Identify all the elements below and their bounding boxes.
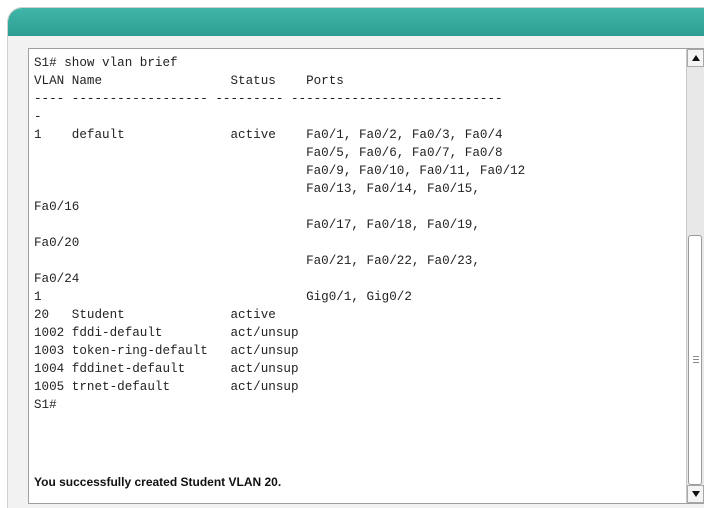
triangle-down-icon <box>691 491 700 497</box>
terminal-line: Fa0/13, Fa0/14, Fa0/15, <box>34 182 480 196</box>
scroll-down-button[interactable] <box>687 485 704 503</box>
title-bar <box>8 8 704 36</box>
terminal-line: VLAN Name Status Ports <box>34 74 344 88</box>
terminal-line: Fa0/21, Fa0/22, Fa0/23, <box>34 254 480 268</box>
terminal-line: 1002 fddi-default act/unsup <box>34 326 299 340</box>
terminal-line: 1003 token-ring-default act/unsup <box>34 344 299 358</box>
triangle-up-icon <box>691 55 700 61</box>
terminal-line: Fa0/5, Fa0/6, Fa0/7, Fa0/8 <box>34 146 503 160</box>
terminal-line: Fa0/16 <box>34 200 80 214</box>
grip-lines-icon <box>693 356 699 363</box>
terminal-panel: S1# show vlan brief VLAN Name Status Por… <box>28 48 704 504</box>
terminal-line: 1005 trnet-default act/unsup <box>34 380 299 394</box>
status-message: You successfully created Student VLAN 20… <box>34 475 282 489</box>
scroll-thumb[interactable] <box>688 235 702 485</box>
terminal-line: Fa0/17, Fa0/18, Fa0/19, <box>34 218 480 232</box>
terminal-line: Fa0/24 <box>34 272 80 286</box>
terminal-line: Fa0/9, Fa0/10, Fa0/11, Fa0/12 <box>34 164 526 178</box>
vertical-scrollbar[interactable] <box>686 49 704 503</box>
terminal-line: S1# <box>34 398 57 412</box>
terminal-line: S1# show vlan brief <box>34 56 178 70</box>
terminal-line: 1 Gig0/1, Gig0/2 <box>34 290 412 304</box>
terminal-line: 1 default active Fa0/1, Fa0/2, Fa0/3, Fa… <box>34 128 503 142</box>
terminal-line: ---- ------------------ --------- ------… <box>34 92 503 106</box>
window-frame: S1# show vlan brief VLAN Name Status Por… <box>8 8 704 508</box>
terminal-line: Fa0/20 <box>34 236 80 250</box>
terminal-output: S1# show vlan brief VLAN Name Status Por… <box>34 54 674 499</box>
scroll-up-button[interactable] <box>687 49 704 67</box>
terminal-line: 20 Student active <box>34 308 276 322</box>
terminal-line: 1004 fddinet-default act/unsup <box>34 362 299 376</box>
terminal-line: - <box>34 110 42 124</box>
